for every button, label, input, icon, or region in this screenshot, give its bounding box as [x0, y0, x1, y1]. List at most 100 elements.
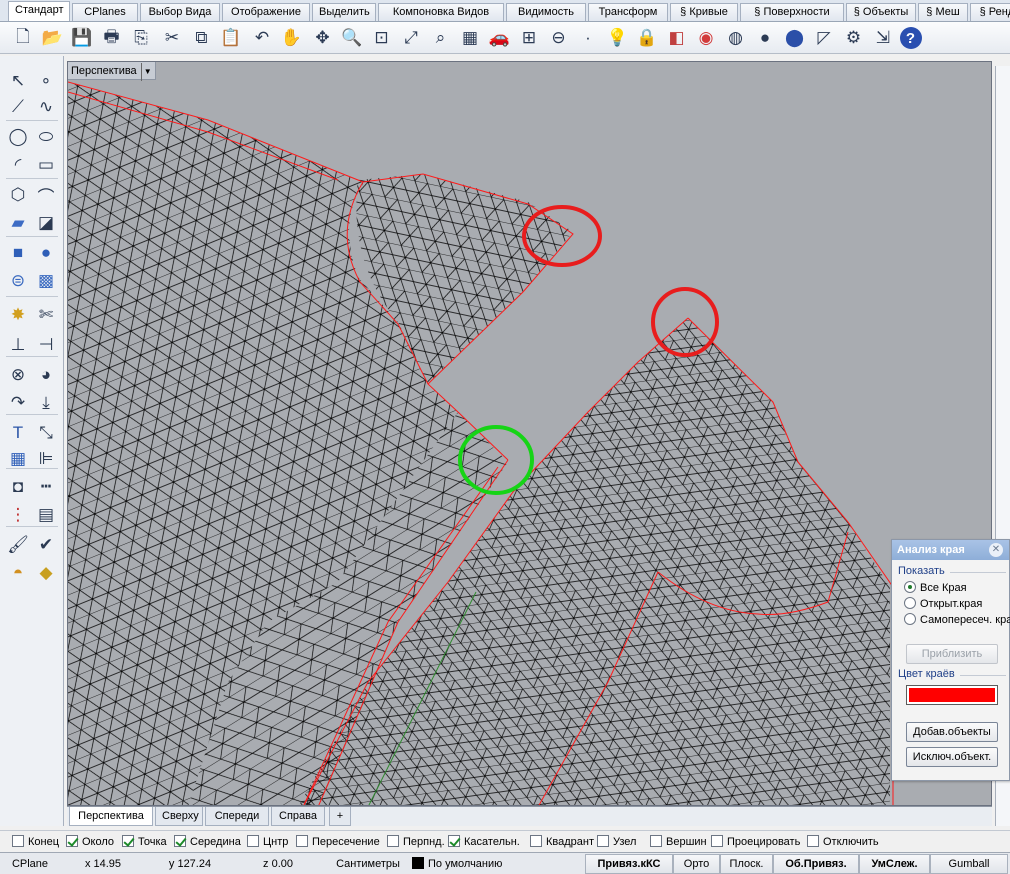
checkbox[interactable] [247, 835, 259, 847]
radio-button[interactable] [904, 597, 916, 609]
import-icon[interactable]: ⎘ [128, 25, 154, 51]
checkbox[interactable] [174, 835, 186, 847]
zoom-selected-icon[interactable]: ⌕ [428, 25, 454, 51]
osnap-3[interactable]: Середина [174, 834, 241, 850]
paste-icon[interactable]: 📋 [218, 25, 244, 51]
four-viewports-icon[interactable]: ▦ [457, 25, 483, 51]
radio-button[interactable] [904, 613, 916, 625]
block-icon[interactable]: ◘ [4, 474, 32, 500]
point-icon[interactable]: ∘ [32, 68, 60, 94]
osnap-8[interactable]: Квадрант [530, 834, 594, 850]
print-icon[interactable]: 🖶 [99, 25, 125, 51]
checkbox[interactable] [12, 835, 24, 847]
checkbox[interactable] [807, 835, 819, 847]
point-icon[interactable]: · [575, 25, 601, 51]
shade-icon[interactable]: ◆ [32, 560, 60, 586]
status-toggle-1[interactable]: Орто [673, 854, 720, 874]
checkbox[interactable] [448, 835, 460, 847]
group-icon[interactable]: ⊗ [4, 362, 32, 388]
box-solid-icon[interactable]: ■ [4, 240, 32, 266]
circle-icon[interactable]: ◯ [4, 124, 32, 150]
osnap-10[interactable]: Вершин [650, 834, 707, 850]
project-icon[interactable]: ⤓ [32, 390, 60, 416]
osnap-6[interactable]: Перпнд. [387, 834, 445, 850]
radio-button[interactable] [904, 581, 916, 593]
edge-option-1[interactable]: Открыт.края [904, 597, 982, 610]
trim-icon[interactable]: ✄ [32, 302, 60, 328]
split-icon[interactable]: ⊥ [4, 332, 32, 358]
pan-hand-icon[interactable]: ✋ [279, 25, 305, 51]
surface-icon[interactable]: ▰ [4, 210, 32, 236]
sphere-shaded-icon[interactable]: ● [752, 25, 778, 51]
osnap-4[interactable]: Цнтр [247, 834, 288, 850]
save-icon[interactable]: 💾 [69, 25, 95, 51]
dimension-icon[interactable]: ◸ [811, 25, 837, 51]
tab-4[interactable]: Выделить [312, 3, 376, 21]
tab-6[interactable]: Видимость [506, 3, 586, 21]
checkbox[interactable] [650, 835, 662, 847]
osnap-0[interactable]: Конец [12, 834, 59, 850]
tab-0[interactable]: Стандарт [8, 1, 70, 21]
osnap-9[interactable]: Узел [597, 834, 636, 850]
close-icon[interactable]: ✕ [989, 543, 1003, 557]
arc-icon[interactable]: ◜ [4, 152, 32, 178]
lock-icon[interactable]: 🔒 [634, 25, 660, 51]
edge-option-2[interactable]: Самопересеч. края [904, 613, 1010, 626]
sphere-wire-icon[interactable]: ◍ [723, 25, 749, 51]
status-toggle-0[interactable]: Привяз.кКС [585, 854, 673, 874]
osnap-11[interactable]: Проецировать [711, 834, 800, 850]
view-tab-3[interactable]: Справа [271, 807, 325, 826]
dimension-icon[interactable]: ┅ [32, 474, 60, 500]
view-tab-0[interactable]: Перспектива [69, 807, 153, 826]
curve-point-icon[interactable]: ∿ [32, 94, 60, 120]
checkbox[interactable] [530, 835, 542, 847]
zoom-icon[interactable]: 🔍 [339, 25, 365, 51]
check-icon[interactable]: ✔ [32, 532, 60, 558]
tab-12[interactable]: § Рендер [970, 3, 1010, 21]
edge-panel-title[interactable]: Анализ края ✕ [892, 540, 1009, 560]
color-wheel-icon[interactable]: ◉ [693, 25, 719, 51]
sphere-render-icon[interactable]: ⬤ [782, 25, 808, 51]
tab-5[interactable]: Компоновка Видов [378, 3, 504, 21]
polygon-icon[interactable]: ⬡ [4, 182, 32, 208]
status-toggle-2[interactable]: Плоск. [720, 854, 773, 874]
render-sphere-icon[interactable]: ◓ [4, 560, 32, 586]
add-objects-button[interactable]: Добав.объекты [906, 722, 998, 742]
tab-2[interactable]: Выбор Вида [140, 3, 220, 21]
curve-from-object-icon[interactable]: ↷ [4, 390, 32, 416]
undo-icon[interactable]: ↶ [249, 25, 275, 51]
grid-icon[interactable]: ⊞ [516, 25, 542, 51]
osnap-12[interactable]: Отключить [807, 834, 879, 850]
tab-7[interactable]: Трансформ [588, 3, 668, 21]
fillet-curve-icon[interactable]: ⌒ [32, 182, 60, 208]
lightbulb-icon[interactable]: 💡 [605, 25, 631, 51]
polyline-icon[interactable]: ⟋ [4, 94, 32, 120]
tab-11[interactable]: § Меш [918, 3, 968, 21]
transform-icon[interactable]: ⤡ [32, 420, 60, 446]
view-tab-1[interactable]: Сверху [155, 807, 203, 826]
checkbox[interactable] [296, 835, 308, 847]
car-icon[interactable]: 🚗 [487, 25, 513, 51]
checkbox[interactable] [597, 835, 609, 847]
rectangle-icon[interactable]: ▭ [32, 152, 60, 178]
osnap-2[interactable]: Точка [122, 834, 167, 850]
extrude-surface-icon[interactable]: ◪ [32, 210, 60, 236]
add-viewport-icon[interactable]: + [329, 807, 351, 826]
tab-1[interactable]: CPlanes [72, 3, 138, 21]
settings-gear-icon[interactable]: ⚙ [841, 25, 867, 51]
zoom-to-edge-button[interactable]: Приблизить [906, 644, 998, 664]
join-icon[interactable]: ⊣ [32, 332, 60, 358]
mesh-icon[interactable]: ▩ [32, 268, 60, 294]
viewport-title[interactable]: Перспектива ▼ [68, 62, 156, 81]
new-file-icon[interactable]: 🗋 [10, 25, 36, 51]
analyze-icon[interactable]: ▤ [32, 502, 60, 528]
checkbox[interactable] [66, 835, 78, 847]
paint-icon[interactable]: 🖌 [4, 532, 32, 558]
rotate-view-icon[interactable]: ✥ [310, 25, 336, 51]
checkbox[interactable] [711, 835, 723, 847]
osnap-5[interactable]: Пересечение [296, 834, 380, 850]
array-grid-icon[interactable]: ⋮ [4, 502, 32, 528]
layer-icon[interactable]: ◧ [664, 25, 690, 51]
status-toggle-5[interactable]: Gumball [930, 854, 1008, 874]
explode-icon[interactable]: ✸ [4, 302, 32, 328]
